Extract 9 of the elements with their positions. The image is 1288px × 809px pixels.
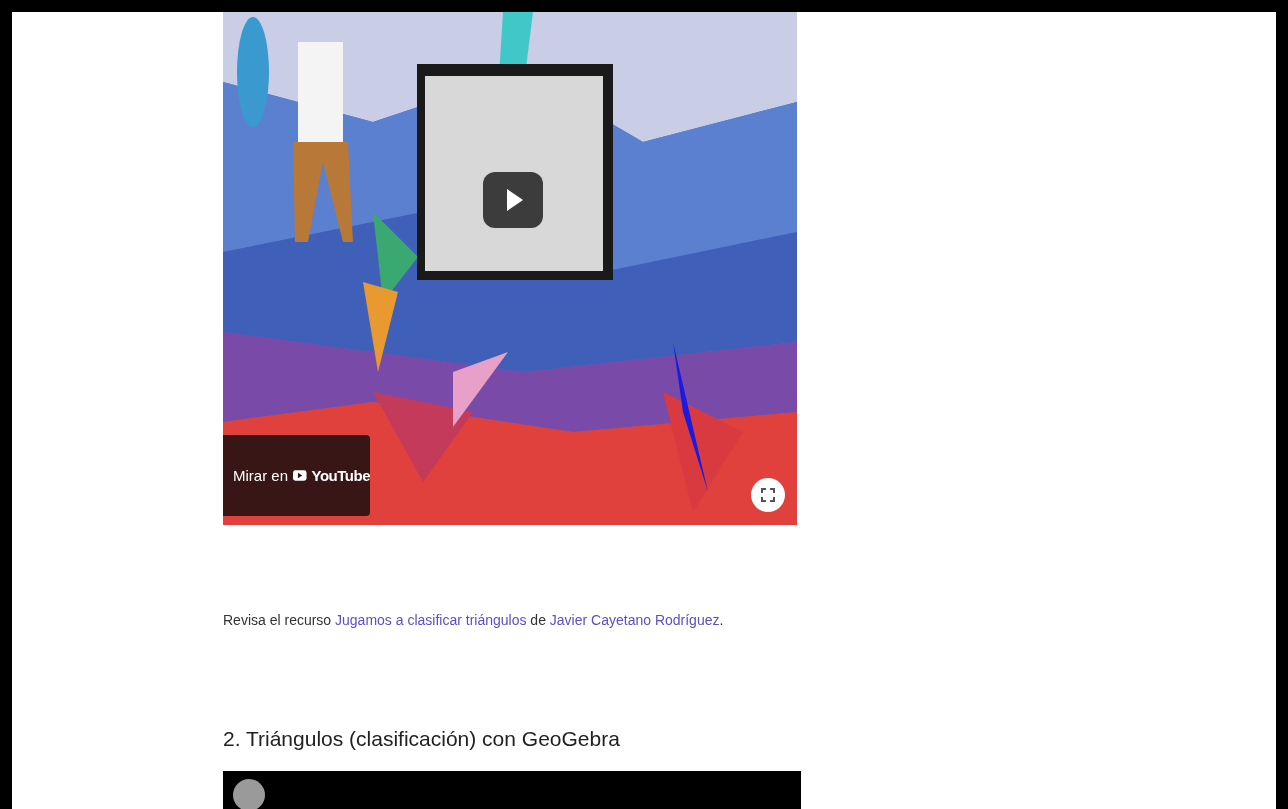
resource-paragraph: Revisa el recurso Jugamos a clasificar triángulos de Javier Cayetano Rodríguez.	[223, 611, 725, 629]
resource-link[interactable]: Jugamos a clasificar triángulos	[335, 612, 527, 628]
channel-avatar[interactable]	[233, 779, 265, 809]
watch-on-youtube-button[interactable]: Mirar en YouTube	[223, 435, 370, 516]
fullscreen-icon	[761, 488, 775, 502]
play-button[interactable]	[483, 172, 543, 228]
play-icon	[507, 189, 523, 211]
play-logo-icon	[293, 467, 307, 484]
section-heading: 2. Triángulos (clasificación) con GeoGebra	[223, 726, 621, 752]
